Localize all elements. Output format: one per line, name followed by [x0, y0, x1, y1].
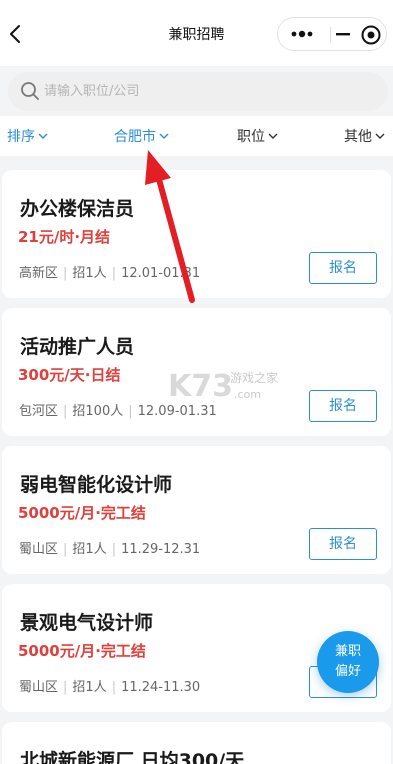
filter-label: 其他: [344, 129, 372, 145]
job-meta: 蜀山区 | 招1人 | 11.24-11.30: [19, 676, 200, 695]
job-salary: 300元/天·日结: [18, 366, 121, 384]
filter-position[interactable]: 职位: [237, 126, 278, 146]
job-card[interactable]: 弱电智能化设计师 5000元/月·完工结 蜀山区 | 招1人 | 11.29-12.31…: [2, 446, 391, 574]
divider: |: [63, 266, 68, 281]
job-meta: 蜀山区 | 招1人 | 11.29-12.31: [19, 538, 200, 557]
chevron-down-icon: [159, 133, 169, 139]
job-dates: 11.29-12.31: [121, 542, 201, 557]
k73-watermark-logo: K73 游戏之家 .com: [168, 369, 278, 404]
fab-label-line1: 兼职: [334, 644, 361, 659]
filter-label: 职位: [237, 129, 265, 145]
watermark-domain: .com: [234, 388, 261, 401]
job-meta: 高新区 | 招1人 | 12.01-01.31: [19, 262, 200, 281]
apply-button[interactable]: 报名: [309, 528, 377, 560]
filter-label: 排序: [7, 129, 35, 145]
job-headcount: 招1人: [72, 266, 107, 281]
job-title: 办公楼保洁员: [20, 198, 135, 220]
apply-button[interactable]: 报名: [309, 252, 377, 284]
job-headcount: 招100人: [72, 404, 124, 419]
job-dates: 12.01-01.31: [121, 266, 201, 281]
divider: |: [63, 404, 68, 419]
job-district: 包河区: [19, 404, 59, 419]
fab-label-line2: 偏好: [334, 664, 361, 679]
watermark-logo-text: K73: [168, 369, 233, 404]
preference-fab-button[interactable]: 兼职 偏好: [317, 631, 379, 693]
divider: |: [111, 542, 117, 557]
more-dots-icon[interactable]: [288, 24, 322, 44]
job-salary: 21元/时·月结: [18, 228, 111, 246]
chevron-down-icon: [375, 133, 385, 139]
job-district: 蜀山区: [19, 680, 59, 695]
job-dates: 11.24-11.30: [121, 680, 201, 695]
job-title: 北城新能源厂 日均300/天: [20, 750, 245, 764]
filter-sort[interactable]: 排序: [7, 126, 48, 146]
divider: |: [111, 266, 117, 281]
job-district: 蜀山区: [19, 542, 59, 557]
divider: |: [63, 542, 68, 557]
filter-bar: 排序 合肥市 职位 其他: [0, 116, 393, 156]
chevron-down-icon: [38, 133, 48, 139]
job-salary: 5000元/月·完工结: [18, 504, 146, 522]
job-title: 弱电智能化设计师: [20, 474, 173, 496]
divider: |: [111, 680, 117, 695]
search-icon: [21, 82, 39, 100]
divider: |: [63, 680, 68, 695]
filter-other[interactable]: 其他: [344, 126, 385, 146]
job-district: 高新区: [19, 266, 59, 281]
job-title: 活动推广人员: [20, 336, 135, 358]
search-bar[interactable]: [8, 72, 388, 111]
filter-city[interactable]: 合肥市: [114, 126, 169, 146]
job-headcount: 招1人: [72, 542, 107, 557]
job-salary: 5000元/月·完工结: [18, 642, 146, 660]
job-card[interactable]: 北城新能源厂 日均300/天: [2, 722, 391, 764]
apply-button[interactable]: 报名: [309, 390, 377, 422]
filter-label: 合肥市: [114, 129, 156, 145]
minimize-icon[interactable]: [336, 24, 350, 44]
record-icon[interactable]: [360, 24, 382, 46]
divider: |: [128, 404, 133, 419]
chevron-down-icon: [268, 133, 278, 139]
search-input[interactable]: [44, 72, 374, 111]
watermark-text: 游戏之家: [230, 370, 278, 385]
capsule-divider: [330, 27, 331, 43]
job-title: 景观电气设计师: [20, 612, 154, 634]
top-bar: 兼职招聘: [0, 0, 393, 66]
job-card[interactable]: 办公楼保洁员 21元/时·月结 高新区 | 招1人 | 12.01-01.31 报名: [2, 170, 391, 298]
job-headcount: 招1人: [72, 680, 107, 695]
mini-program-capsule: [277, 17, 387, 51]
